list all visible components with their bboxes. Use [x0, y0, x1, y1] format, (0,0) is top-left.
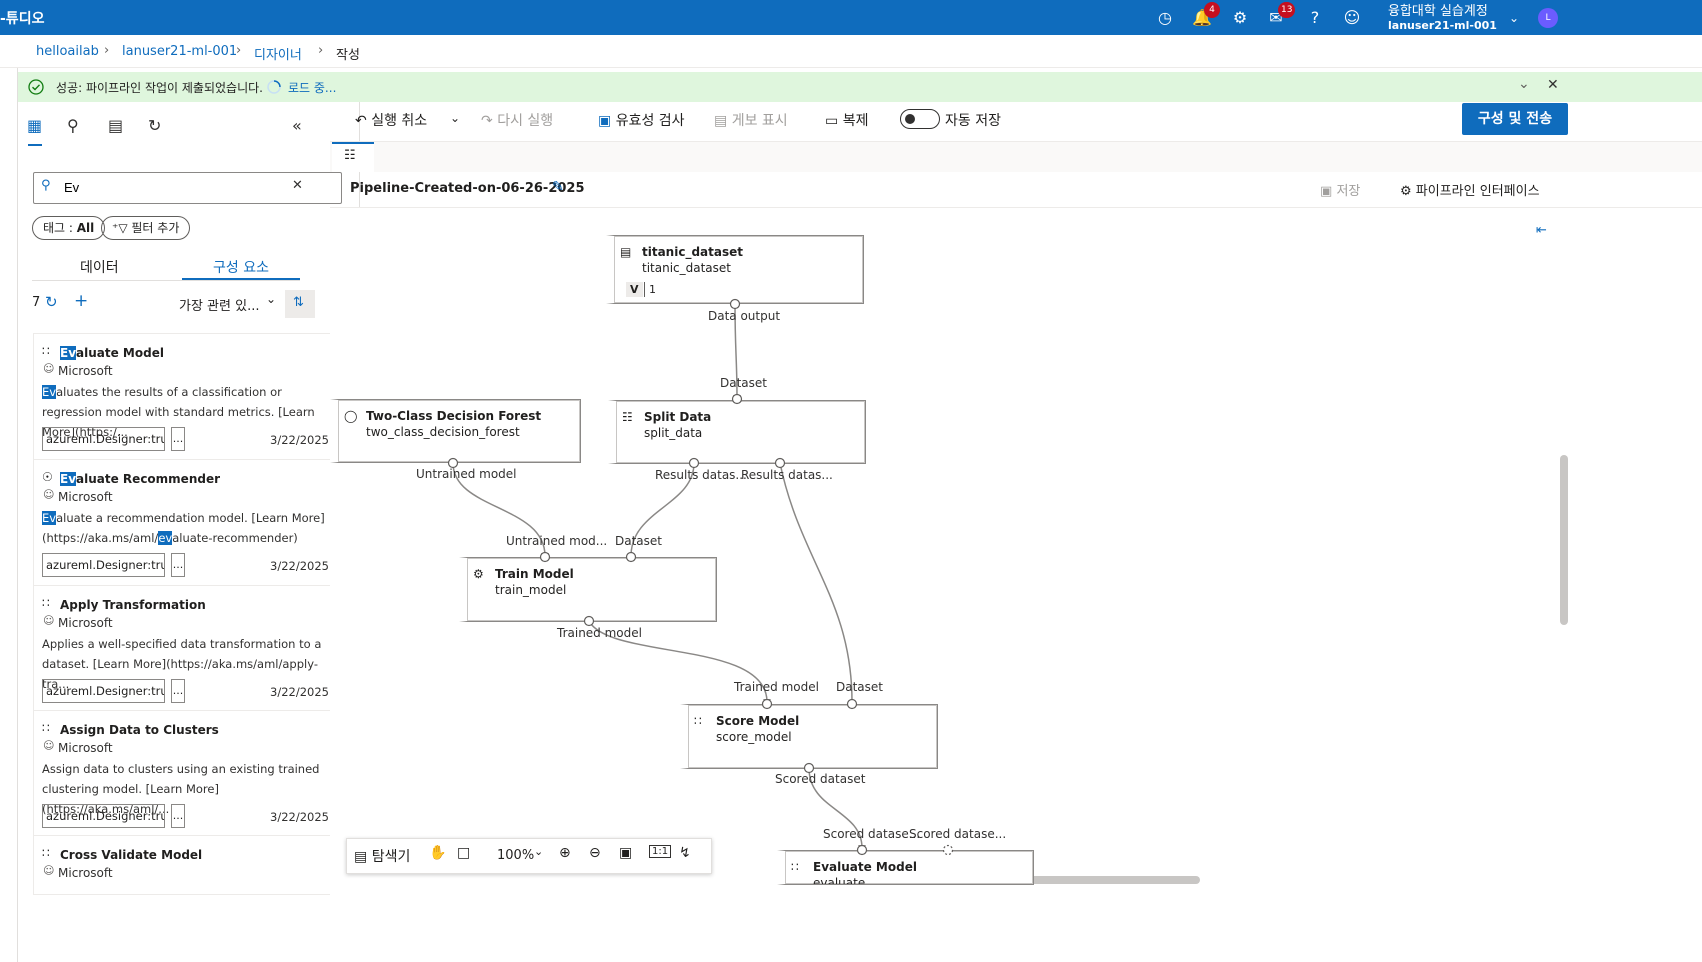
port-score-in2[interactable] — [846, 698, 858, 710]
port-split-out1[interactable] — [688, 457, 700, 469]
port-label: Results datas... — [741, 468, 833, 482]
port-split-out2[interactable] — [774, 457, 786, 469]
port-label: Data output — [708, 309, 781, 323]
auto-layout-icon[interactable]: ↯ — [679, 845, 691, 861]
chevron-down-icon[interactable]: ⌄ — [534, 845, 543, 858]
port-label: Scored datase... — [823, 827, 921, 841]
port-score-in1[interactable] — [761, 698, 773, 710]
actual-size-icon[interactable]: 1:1 — [649, 845, 672, 858]
port-split-in[interactable] — [731, 393, 743, 405]
node-ports — [447, 298, 954, 856]
port-train-in2[interactable] — [625, 551, 637, 563]
fit-screen-icon[interactable]: ▣ — [619, 845, 632, 861]
select-icon[interactable]: □ — [457, 845, 470, 861]
port-label: Untrained mod... — [506, 534, 608, 548]
port-train-in1[interactable] — [539, 551, 551, 563]
port-label: Untrained model — [416, 467, 517, 481]
port-train-out[interactable] — [583, 615, 595, 627]
port-evaluate-in2[interactable] — [942, 844, 954, 856]
port-label: Dataset — [720, 376, 767, 390]
port-label: Dataset — [615, 534, 662, 548]
zoom-in-icon[interactable]: ⊕ — [559, 845, 571, 861]
explorer-label: 탐색기 — [371, 849, 411, 865]
port-label: Scored dataset — [775, 772, 866, 786]
port-titanic-out[interactable] — [729, 298, 741, 310]
port-label: Results datas... — [655, 468, 747, 482]
port-label: Scored datase... — [909, 827, 1007, 841]
zoom-level[interactable]: 100% — [497, 848, 534, 863]
port-evaluate-in1[interactable] — [856, 844, 868, 856]
port-label: Trained model — [557, 626, 642, 640]
explorer-button[interactable]: ▤ 탐색기 — [354, 846, 410, 866]
canvas-toolbar: ▤ 탐색기 ✋ □ 100% ⌄ ⊕ ⊖ ▣ 1:1 ↯ — [346, 838, 712, 874]
port-label: Trained model — [734, 680, 819, 694]
hand-icon[interactable]: ✋ — [429, 845, 446, 861]
map-icon: ▤ — [354, 849, 368, 865]
port-label: Dataset — [836, 680, 883, 694]
zoom-out-icon[interactable]: ⊖ — [589, 845, 601, 861]
